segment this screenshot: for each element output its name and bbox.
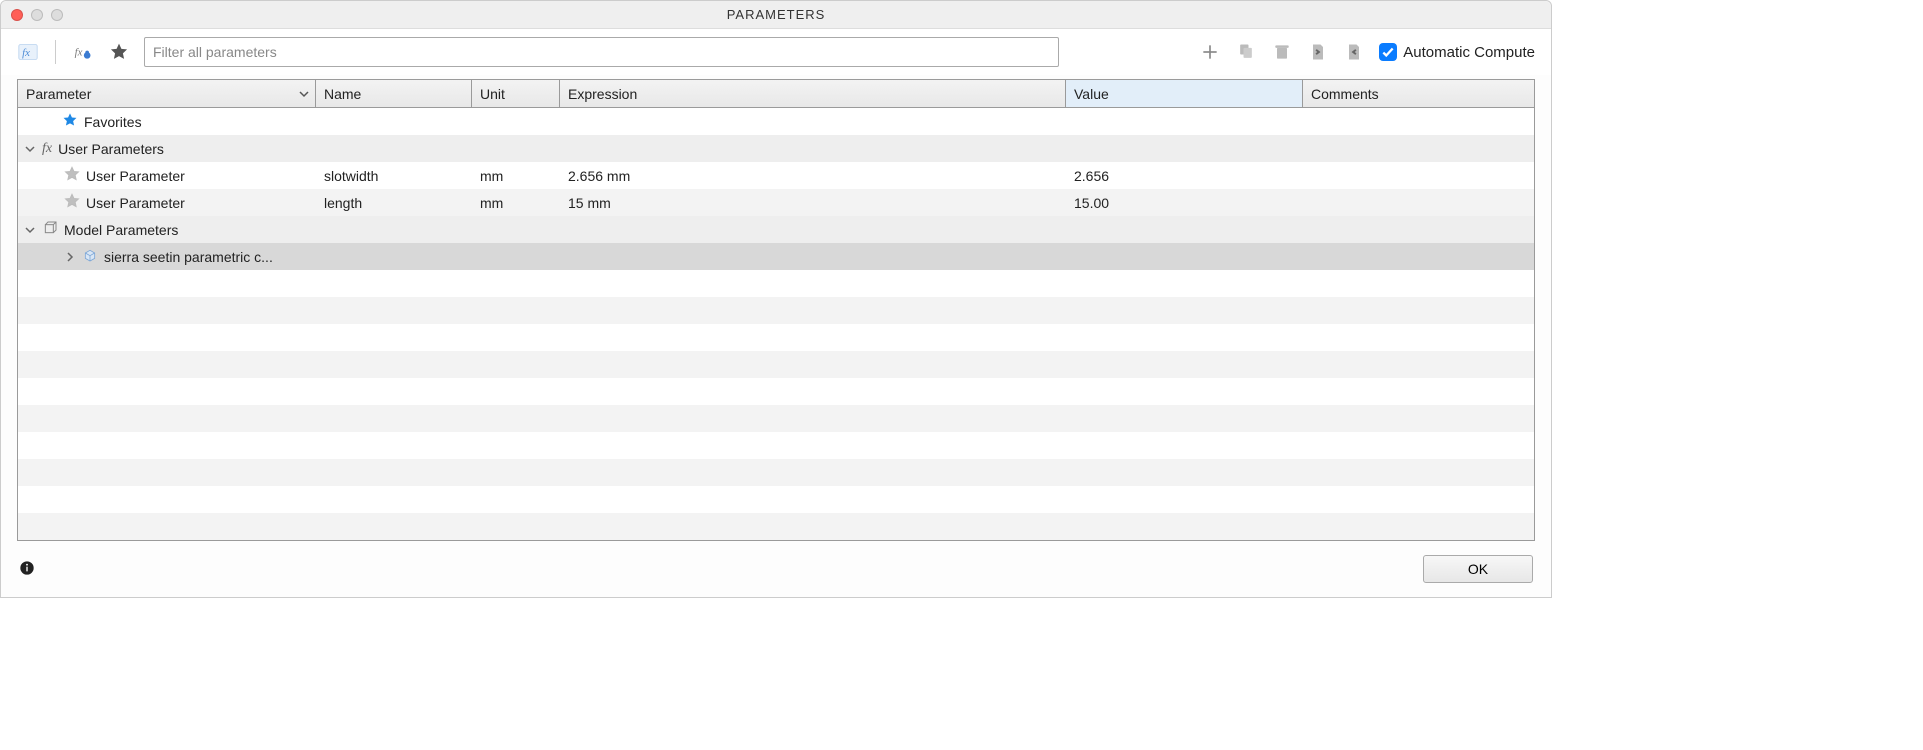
toolbar-separator (55, 40, 56, 64)
table-row[interactable]: User Parameter slotwidth mm 2.656 mm 2.6… (18, 162, 1534, 189)
cell-name[interactable]: slotwidth (316, 168, 472, 184)
star-icon (62, 112, 78, 131)
group-model-parameters[interactable]: Model Parameters (18, 216, 1534, 243)
column-header-value[interactable]: Value (1066, 80, 1303, 107)
fx-all-icon[interactable]: fx (17, 41, 39, 63)
cell-unit[interactable]: mm (472, 168, 560, 184)
fx-user-icon[interactable]: fx (72, 41, 94, 63)
group-favorites[interactable]: Favorites (18, 108, 1534, 135)
toolbar: fx fx (1, 29, 1551, 75)
chevron-right-icon[interactable] (64, 252, 76, 262)
column-header-comments[interactable]: Comments (1303, 80, 1534, 107)
delete-icon[interactable] (1271, 41, 1293, 63)
cube-icon (42, 220, 58, 239)
filter-input[interactable] (144, 37, 1059, 67)
parameters-table: Parameter Name Unit Expression Value Com… (17, 79, 1535, 541)
fx-icon: fx (42, 141, 52, 157)
table-header: Parameter Name Unit Expression Value Com… (18, 80, 1534, 108)
table-body: Favorites fx User Parameters (18, 108, 1534, 540)
column-header-unit[interactable]: Unit (472, 80, 560, 107)
window-controls (1, 9, 63, 21)
empty-row (18, 378, 1534, 405)
window-zoom-button[interactable] (51, 9, 63, 21)
automatic-compute-label: Automatic Compute (1403, 44, 1535, 61)
favorites-filter-icon[interactable] (108, 41, 130, 63)
parameters-dialog: PARAMETERS fx fx (0, 0, 1552, 598)
tree-item-label: sierra seetin parametric c... (104, 249, 273, 265)
group-label: Model Parameters (64, 222, 178, 238)
cell-parameter: User Parameter (86, 168, 185, 184)
cell-value: 15.00 (1066, 195, 1303, 211)
info-icon[interactable] (19, 560, 35, 579)
titlebar: PARAMETERS (1, 1, 1551, 29)
chevron-down-icon (24, 225, 36, 235)
cell-unit[interactable]: mm (472, 195, 560, 211)
cell-parameter: User Parameter (86, 195, 185, 211)
import-icon[interactable] (1307, 41, 1329, 63)
export-icon[interactable] (1343, 41, 1365, 63)
empty-row (18, 432, 1534, 459)
column-header-parameter[interactable]: Parameter (18, 80, 316, 107)
window-close-button[interactable] (11, 9, 23, 21)
chevron-down-icon (24, 144, 36, 154)
svg-text:fx: fx (75, 46, 83, 58)
chevron-down-icon (299, 86, 309, 102)
group-label: Favorites (84, 114, 142, 130)
checkbox-checked-icon (1379, 43, 1397, 61)
svg-text:fx: fx (22, 47, 30, 59)
empty-row (18, 459, 1534, 486)
column-header-name[interactable]: Name (316, 80, 472, 107)
dialog-footer: OK (1, 541, 1551, 597)
empty-row (18, 486, 1534, 513)
cell-expression[interactable]: 15 mm (560, 195, 1066, 211)
empty-row (18, 405, 1534, 432)
group-label: User Parameters (58, 141, 164, 157)
empty-row (18, 297, 1534, 324)
window-minimize-button[interactable] (31, 9, 43, 21)
cell-expression[interactable]: 2.656 mm (560, 168, 1066, 184)
cell-name[interactable]: length (316, 195, 472, 211)
automatic-compute-toggle[interactable]: Automatic Compute (1379, 43, 1535, 61)
table-row[interactable]: User Parameter length mm 15 mm 15.00 (18, 189, 1534, 216)
add-parameter-icon[interactable] (1199, 41, 1221, 63)
component-icon (82, 247, 98, 266)
empty-row (18, 270, 1534, 297)
column-header-expression[interactable]: Expression (560, 80, 1066, 107)
star-outline-icon[interactable] (64, 193, 80, 212)
empty-row (18, 513, 1534, 540)
cell-value: 2.656 (1066, 168, 1303, 184)
ok-button[interactable]: OK (1423, 555, 1533, 583)
empty-row (18, 324, 1534, 351)
tree-item-model-component[interactable]: sierra seetin parametric c... (18, 243, 1534, 270)
group-user-parameters[interactable]: fx User Parameters (18, 135, 1534, 162)
star-outline-icon[interactable] (64, 166, 80, 185)
copy-icon[interactable] (1235, 41, 1257, 63)
empty-row (18, 351, 1534, 378)
window-title: PARAMETERS (1, 7, 1551, 22)
